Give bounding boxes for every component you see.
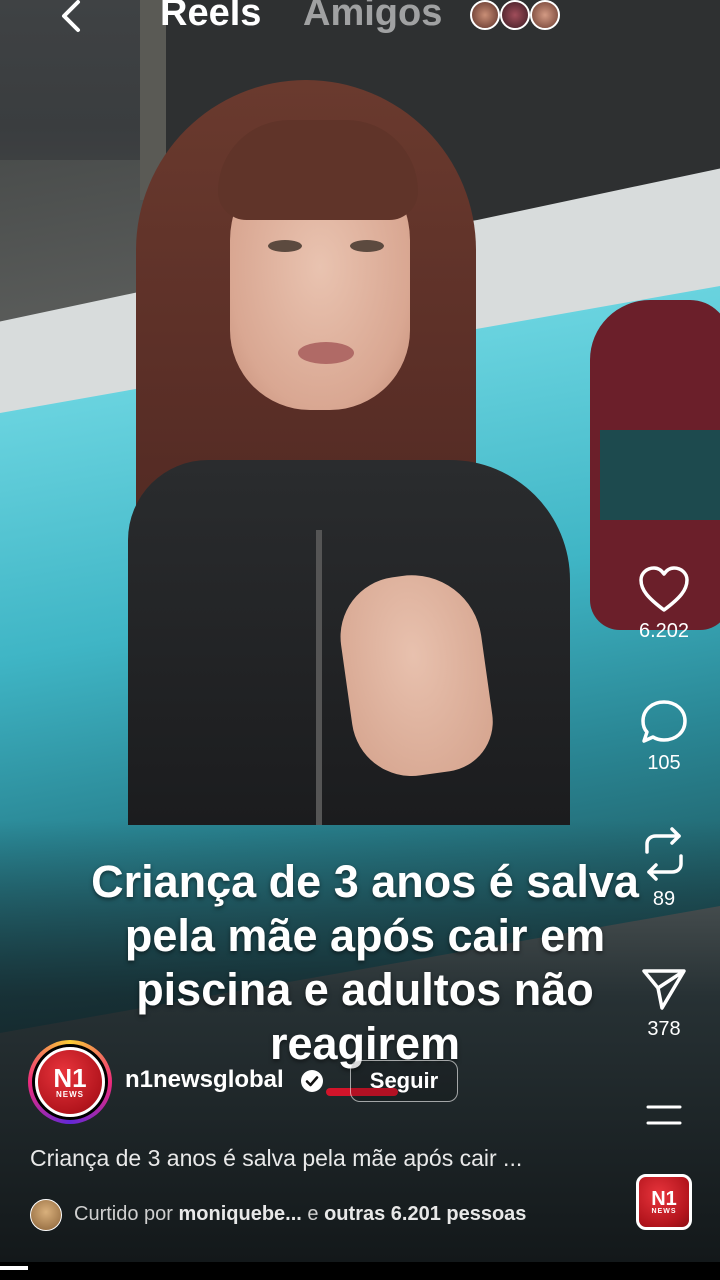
video-overlay-title: Criança de 3 anos é salva pela mãe após … [91,856,639,1069]
audio-logo-text: N1 [651,1187,677,1210]
comment-count: 105 [647,752,681,774]
presenter-eye [350,240,384,252]
heart-icon[interactable] [638,566,690,614]
liked-by-middle: e [307,1203,319,1225]
author-avatar[interactable]: N1 NEWS [28,1040,112,1124]
liked-by-avatar [30,1199,62,1231]
liked-by-user[interactable]: moniquebe... [179,1203,302,1225]
audio-logo-subtext: NEWS [651,1207,677,1215]
follow-button[interactable]: Seguir [350,1060,458,1102]
tab-amigos[interactable]: Amigos [303,0,442,35]
logo-text: N1 [53,1062,87,1093]
tab-reels[interactable]: Reels [160,0,261,35]
like-count: 6.202 [638,620,690,642]
logo-subtext: NEWS [56,1089,84,1099]
video-progress-bar[interactable] [0,1262,720,1280]
presenter [128,80,570,825]
presenter-bangs [218,120,418,220]
presenter-eye [268,240,302,252]
like-action[interactable]: 6.202 [624,566,704,643]
presenter-mouth [298,342,354,364]
share-action[interactable]: 378 [624,966,704,1041]
liked-by-prefix: Curtido por [74,1203,173,1225]
liked-by-others[interactable]: outras 6.201 pessoas [324,1203,526,1225]
repost-count: 89 [652,888,676,910]
audio-thumbnail[interactable]: N1 NEWS [636,1174,692,1230]
send-icon[interactable] [640,966,688,1012]
liked-by-text[interactable]: Curtido por moniquebe... e outras 6.201 … [74,1203,526,1226]
n1-news-logo: N1 NEWS [35,1047,105,1117]
top-bar: Reels Amigos [0,0,720,40]
back-arrow-icon[interactable] [54,0,90,38]
comment-action[interactable]: 105 [624,698,704,775]
post-caption[interactable]: Criança de 3 anos é salva pela mãe após … [30,1145,522,1172]
repost-action[interactable]: 89 [624,826,704,911]
more-options-icon[interactable] [644,1104,684,1126]
video-background-figure-pants [600,430,720,520]
presenter-zipper [316,530,322,825]
friend-avatar[interactable] [470,0,500,30]
friend-avatar[interactable] [530,0,560,30]
author-avatar-ring: N1 NEWS [32,1044,108,1120]
friend-avatar[interactable] [500,0,530,30]
comment-icon[interactable] [639,698,689,746]
video-progress-fill [0,1266,28,1270]
share-count: 378 [647,1018,681,1040]
repost-icon[interactable] [639,826,689,882]
verified-badge-icon [301,1070,323,1092]
author-username[interactable]: n1newsglobal [125,1066,284,1094]
